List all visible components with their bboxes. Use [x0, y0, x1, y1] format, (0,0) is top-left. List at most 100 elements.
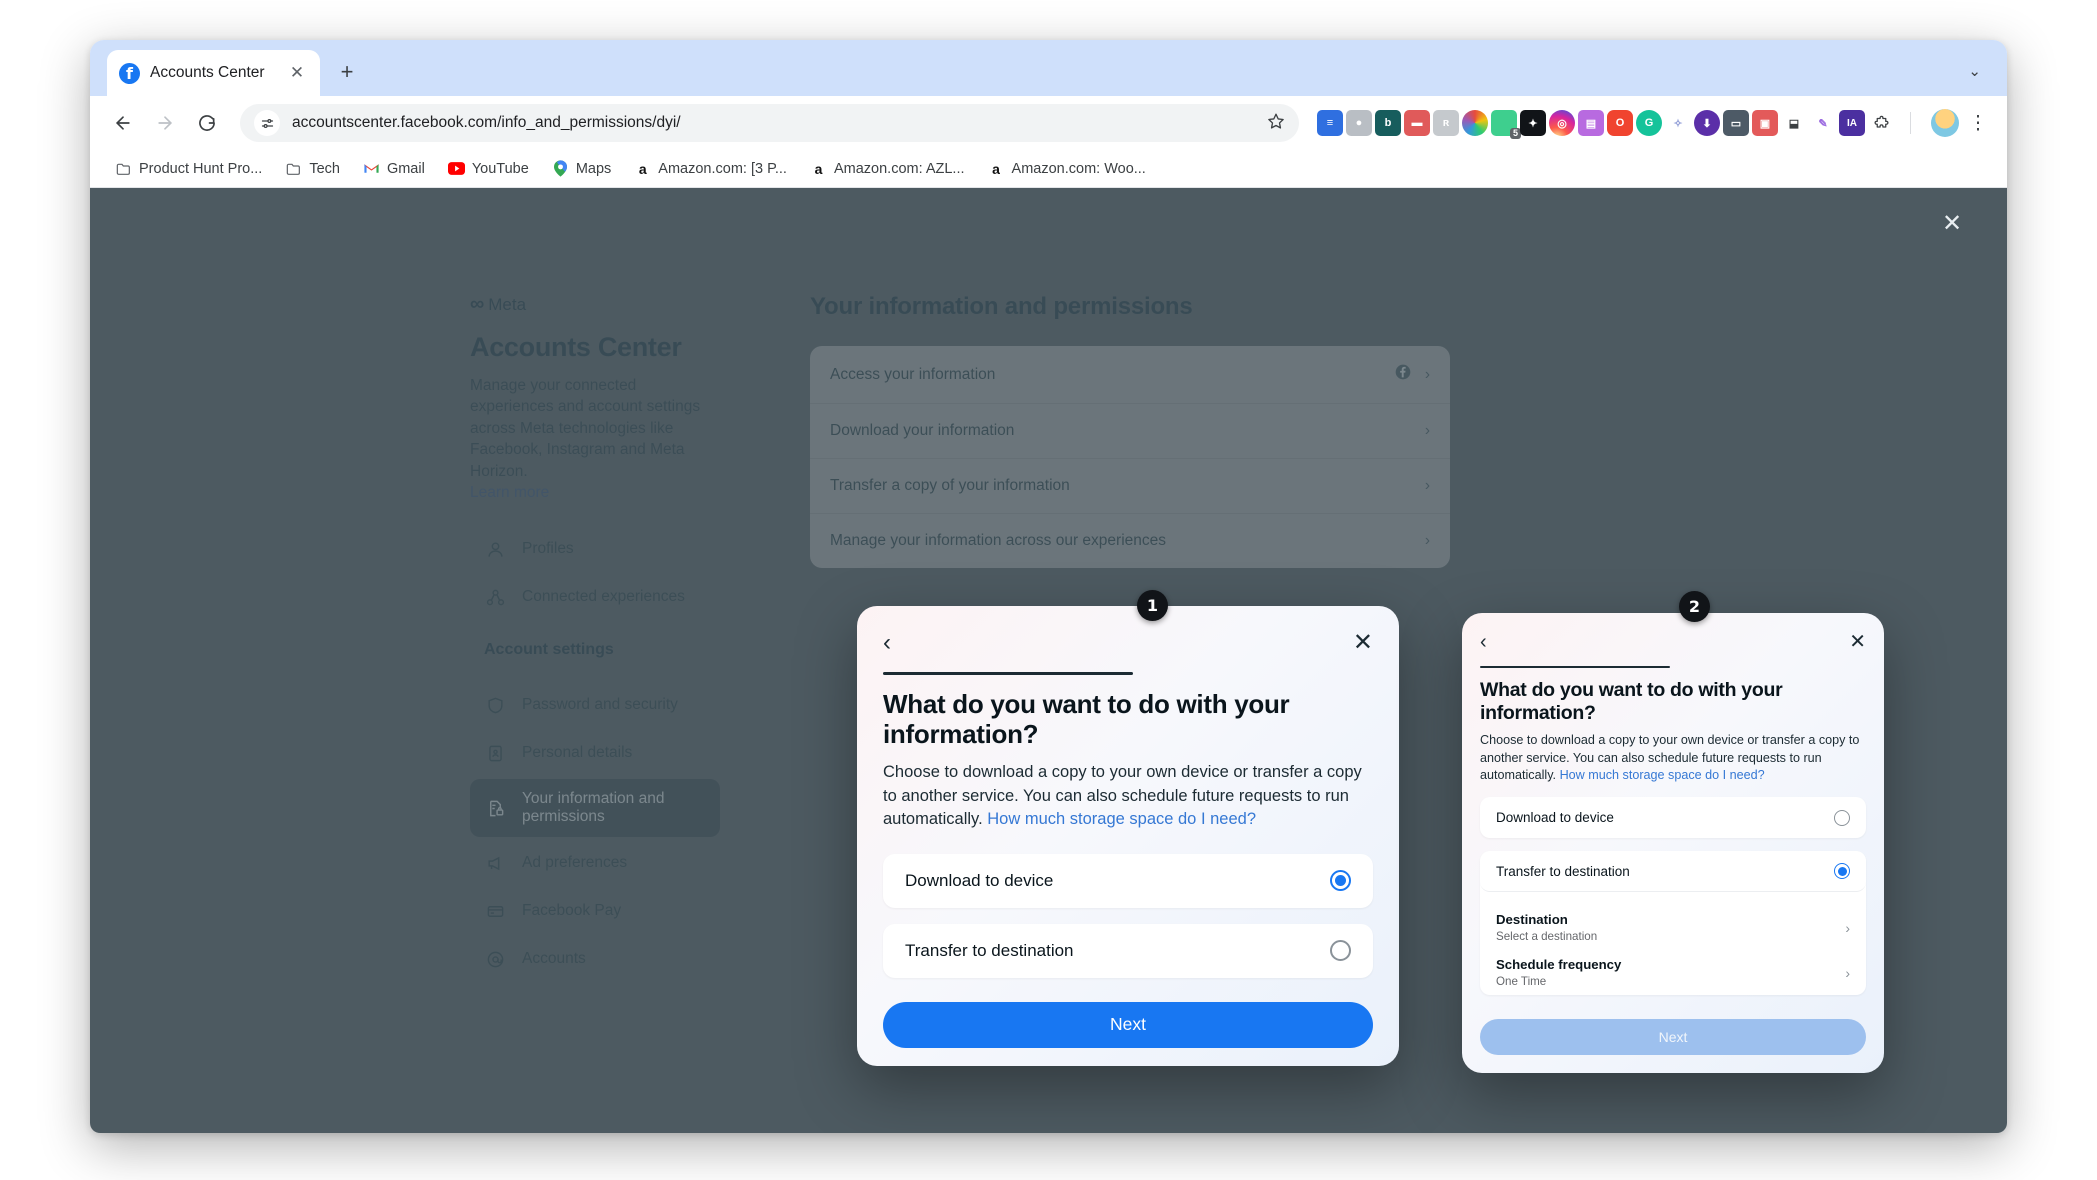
sidebar-item-accounts[interactable]: Accounts	[470, 937, 720, 981]
ext-instagram-icon[interactable]: ◎	[1549, 110, 1575, 136]
bookmark-label: Amazon.com: [3 P...	[658, 160, 787, 177]
ext-inbox-icon[interactable]: ⬓	[1781, 110, 1807, 136]
information-action-dialog-step2: ‹ ✕ What do you want to do with your inf…	[1462, 613, 1884, 1073]
id-card-icon	[484, 742, 506, 764]
bookmark-item[interactable]: a Amazon.com: AZL...	[801, 156, 974, 181]
step-badge-1: 1	[1137, 590, 1168, 621]
close-icon[interactable]: ✕	[1353, 631, 1373, 655]
ext-bitwarden-icon[interactable]: b	[1375, 110, 1401, 136]
browser-tab[interactable]: f Accounts Center ✕	[107, 50, 320, 96]
sidebar-item-label: Profiles	[522, 540, 574, 558]
forward-icon[interactable]	[146, 104, 184, 142]
ext-image-icon[interactable]: ▣	[1752, 110, 1778, 136]
chevron-right-icon: ›	[1424, 477, 1430, 494]
learn-more-link[interactable]: Learn more	[470, 484, 549, 501]
bookmark-item[interactable]: Maps	[543, 156, 620, 181]
ext-chat-icon[interactable]: 5	[1491, 110, 1521, 139]
ext-avatar-icon[interactable]: ●	[1346, 110, 1372, 136]
ext-person-icon[interactable]: ʀ	[1433, 110, 1459, 136]
bookmark-item[interactable]: a Amazon.com: Woo...	[979, 156, 1155, 181]
ext-dash-icon[interactable]: ▬	[1404, 110, 1430, 136]
profile-avatar[interactable]	[1931, 109, 1959, 137]
back-icon[interactable]	[104, 104, 142, 142]
close-icon[interactable]: ✕	[286, 62, 308, 84]
overlay-close-button[interactable]: ✕	[1935, 206, 1969, 240]
dialog-description: Choose to download a copy to your own de…	[1480, 732, 1866, 784]
share-nodes-icon	[484, 586, 506, 608]
address-bar[interactable]: accountscenter.facebook.com/info_and_per…	[240, 104, 1299, 142]
ext-bars-icon[interactable]: ≡	[1317, 110, 1343, 136]
maps-pin-icon	[552, 160, 569, 177]
ext-color-wheel-icon[interactable]	[1462, 110, 1488, 136]
chevron-down-icon[interactable]: ⌄	[1958, 56, 1991, 86]
sidebar-item-your-information-and-permissions[interactable]: Your information and permissions	[470, 779, 720, 838]
dialog-header: ‹ ✕	[1480, 629, 1866, 655]
sidebar-item-profiles[interactable]: Profiles	[470, 527, 720, 571]
page-title: Accounts Center	[470, 332, 682, 362]
option-transfer-to-destination[interactable]: Transfer to destination	[1480, 851, 1866, 893]
ext-sparkle-icon[interactable]: ✧	[1665, 110, 1691, 136]
sidebar-item-label: Personal details	[522, 744, 633, 762]
bookmark-label: Amazon.com: Woo...	[1011, 160, 1146, 177]
storage-help-link[interactable]: How much storage space do I need?	[987, 810, 1256, 828]
reload-icon[interactable]	[188, 104, 226, 142]
bookmark-item[interactable]: YouTube	[439, 156, 538, 181]
radio-transfer-to-destination[interactable]	[1834, 863, 1850, 880]
dialog-title: What do you want to do with your informa…	[1480, 679, 1783, 724]
chevron-left-icon[interactable]: ‹	[883, 631, 891, 655]
radio-download-to-device[interactable]	[1330, 870, 1351, 892]
browser-toolbar: accountscenter.facebook.com/info_and_per…	[90, 96, 2007, 150]
radio-transfer-to-destination[interactable]	[1330, 940, 1351, 962]
content-row-download[interactable]: Download your information ›	[810, 404, 1450, 459]
option-download-to-device[interactable]: Download to device	[883, 853, 1373, 908]
sidebar-item-connected-experiences[interactable]: Connected experiences	[470, 575, 720, 619]
chevron-left-icon[interactable]: ‹	[1480, 632, 1487, 652]
site-settings-tune-icon[interactable]	[254, 110, 280, 136]
row-schedule-text: Schedule frequency One Time	[1496, 957, 1621, 989]
close-icon[interactable]: ✕	[1849, 632, 1866, 652]
ext-dark-icon[interactable]: ✦	[1520, 110, 1546, 136]
content-row-transfer[interactable]: Transfer a copy of your information ›	[810, 459, 1450, 514]
ext-feather-icon[interactable]: ✎	[1810, 110, 1836, 136]
content-row-access[interactable]: Access your information ›	[810, 346, 1450, 404]
dialog-options: Download to device Transfer to destinati…	[883, 853, 1373, 978]
option-label: Transfer to destination	[905, 940, 1074, 960]
bookmark-item[interactable]: Tech	[276, 156, 349, 181]
ext-screenshot-icon[interactable]: ▭	[1723, 110, 1749, 136]
ext-opera-icon[interactable]: O	[1607, 110, 1633, 136]
puzzle-icon[interactable]	[1868, 110, 1894, 136]
ext-ia-icon[interactable]: IA	[1839, 110, 1865, 136]
ext-stack-icon[interactable]: ▤	[1578, 110, 1604, 136]
bookmark-item[interactable]: Product Hunt Pro...	[106, 156, 271, 181]
new-tab-button[interactable]: +	[330, 55, 364, 89]
row-value: One Time	[1496, 974, 1547, 988]
content-row-right: ›	[1425, 422, 1430, 440]
radio-download-to-device[interactable]	[1834, 809, 1850, 826]
sidebar-section-title: Account settings	[484, 641, 614, 659]
option-download-to-device[interactable]: Download to device	[1480, 797, 1866, 839]
sidebar-item-personal-details[interactable]: Personal details	[470, 731, 720, 775]
row-title: Schedule frequency	[1496, 956, 1622, 972]
sidebar-item-password-and-security[interactable]: Password and security	[470, 683, 720, 727]
storage-help-link[interactable]: How much storage space do I need?	[1560, 768, 1765, 782]
row-destination[interactable]: Destination Select a destination ›	[1480, 905, 1866, 950]
more-menu-icon[interactable]: ⋮	[1963, 104, 1993, 142]
bookmark-item[interactable]: Gmail	[354, 156, 434, 181]
sidebar-nav: Profiles Connected experiences	[470, 527, 720, 619]
sidebar-item-ad-preferences[interactable]: Ad preferences	[470, 841, 720, 885]
amazon-icon: a	[992, 160, 1000, 177]
next-button[interactable]: Next	[883, 1001, 1373, 1048]
next-button[interactable]: Next	[1480, 1019, 1866, 1056]
option-transfer-to-destination[interactable]: Transfer to destination	[883, 923, 1373, 978]
chevron-right-icon: ›	[1424, 532, 1430, 549]
content-row-manage[interactable]: Manage your information across our exper…	[810, 514, 1450, 568]
ext-grammarly-icon[interactable]: G	[1636, 110, 1662, 136]
content-row-right: ›	[1425, 532, 1430, 550]
row-schedule-frequency[interactable]: Schedule frequency One Time ›	[1480, 950, 1866, 995]
sidebar-item-facebook-pay[interactable]: Facebook Pay	[470, 889, 720, 933]
meta-brand-label: Meta	[488, 294, 527, 314]
bookmark-item[interactable]: a Amazon.com: [3 P...	[625, 156, 796, 181]
gmail-icon	[363, 160, 380, 177]
bookmark-star-icon[interactable]	[1267, 112, 1285, 135]
ext-download-icon[interactable]: ⬇	[1694, 110, 1720, 136]
